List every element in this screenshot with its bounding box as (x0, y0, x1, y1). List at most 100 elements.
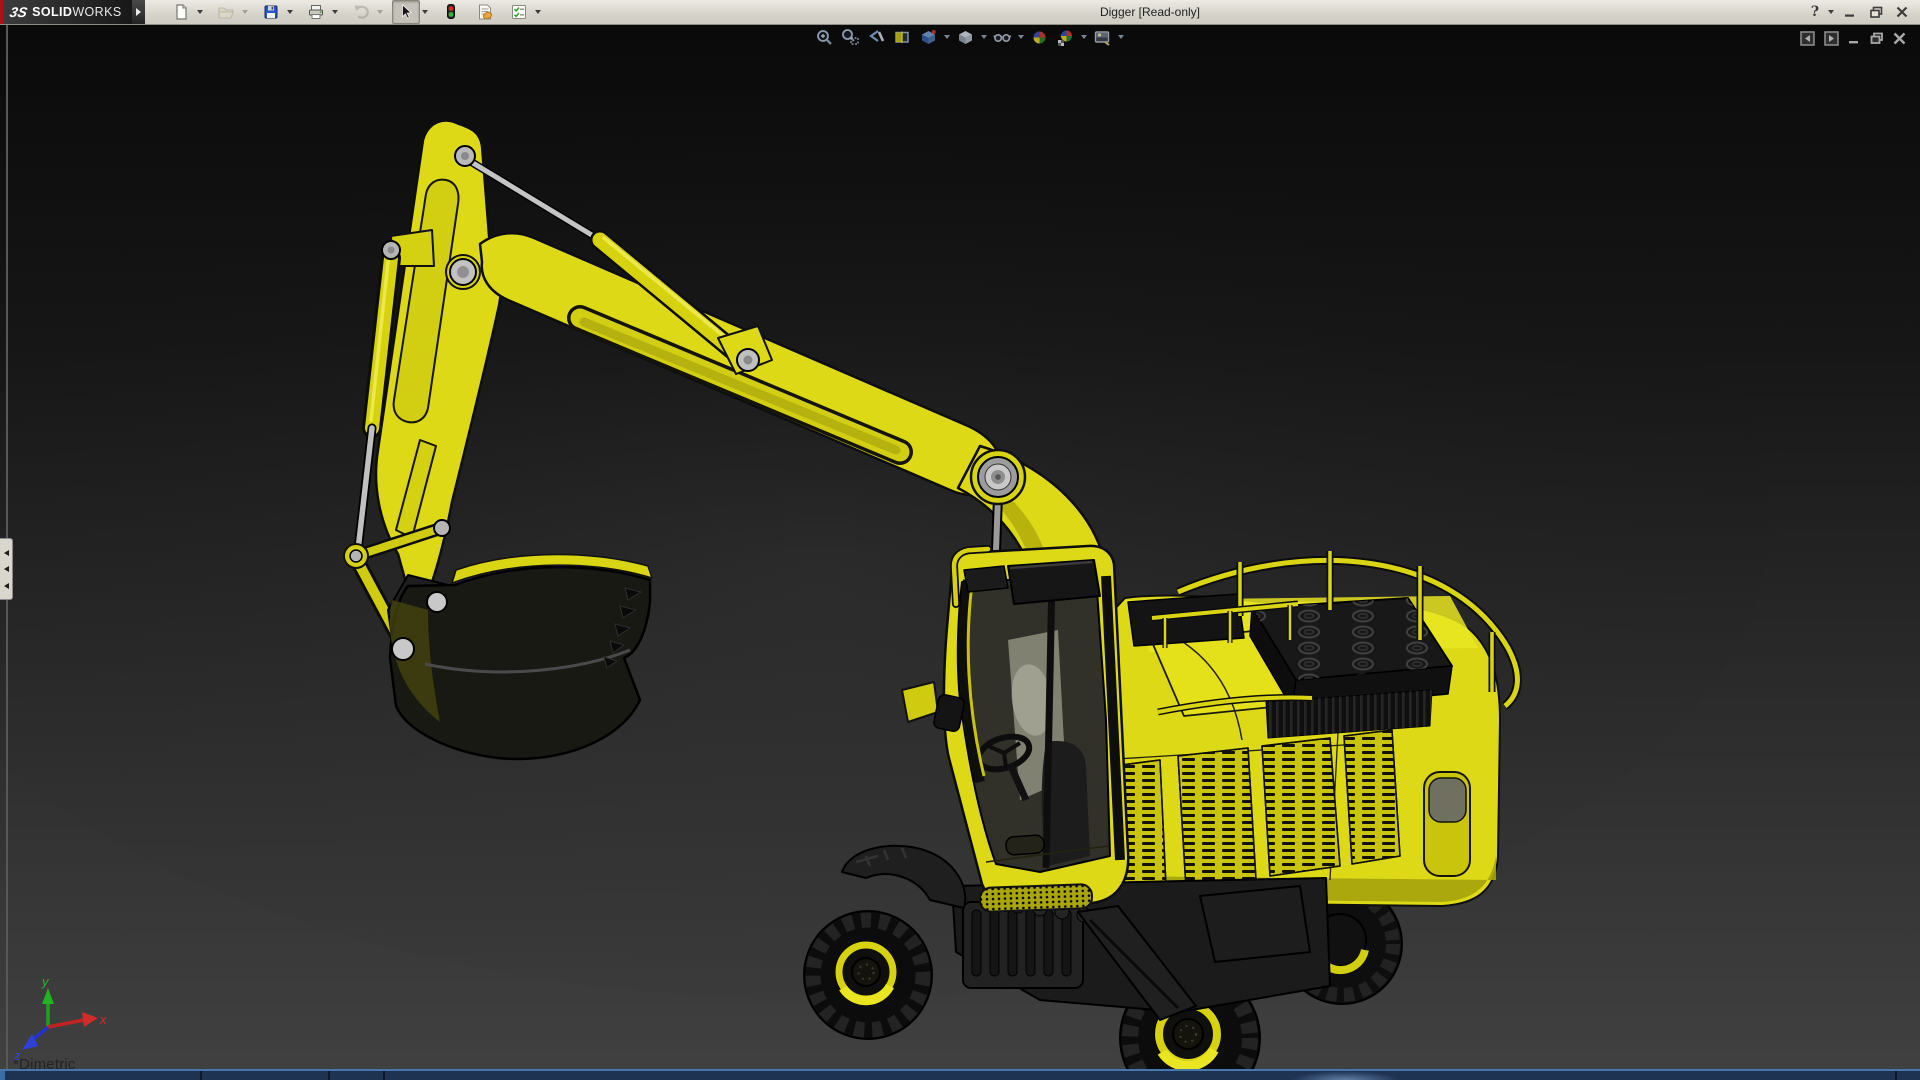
solidworks-window: 3S SOLIDWORKS Digger [Read-only] ? x y z… (0, 0, 1920, 1080)
display-style-button[interactable] (953, 27, 977, 47)
open-dropdown[interactable] (240, 1, 251, 23)
hide-show-glasses-icon (992, 33, 1011, 42)
undo-dropdown[interactable] (375, 1, 386, 23)
xpert-button[interactable] (437, 0, 465, 24)
view-orientation-dropdown[interactable] (942, 27, 951, 47)
flyout-arrow-icon (135, 8, 141, 16)
model-scene: x y z (0, 40, 1770, 1080)
zoom-to-fit-button[interactable] (812, 27, 836, 47)
hide-show-items-button[interactable] (990, 27, 1014, 47)
apply-scene-dropdown[interactable] (1079, 27, 1088, 47)
taskbar-divider (200, 1071, 202, 1080)
appearance-ball-icon (1032, 30, 1046, 44)
collapse-arrow-icon (3, 582, 9, 589)
elbow-joint-pin (969, 448, 1027, 506)
logo-text-works: WORKS (72, 5, 122, 19)
open-button[interactable] (212, 0, 240, 24)
x-axis-arrow (82, 1012, 98, 1027)
print-dropdown[interactable] (330, 1, 341, 23)
doc-restore-button[interactable] (1870, 32, 1884, 45)
minimize-button[interactable] (1840, 3, 1860, 21)
collapse-arrow-icon (3, 566, 9, 572)
apply-scene-button[interactable] (1053, 27, 1077, 47)
print-button[interactable] (302, 0, 330, 24)
display-style-dropdown[interactable] (979, 27, 988, 47)
undo-button[interactable] (347, 0, 375, 24)
section-view-button[interactable] (890, 27, 914, 47)
document-window-controls (1800, 31, 1906, 46)
save-floppy-icon (264, 5, 278, 19)
save-button[interactable] (257, 0, 285, 24)
options-dropdown[interactable] (533, 1, 544, 23)
view-orientation-button[interactable] (916, 27, 940, 47)
x-axis-label: x (99, 1012, 107, 1027)
view-settings-dropdown[interactable] (1116, 27, 1125, 47)
select-dropdown[interactable] (420, 1, 431, 23)
view-orientation-icon (921, 29, 936, 44)
doc-minimize-icon (1849, 41, 1858, 44)
doc-minimize-button[interactable] (1848, 32, 1861, 45)
window-controls: ? (1805, 0, 1912, 24)
front-left-wheel (803, 910, 933, 1040)
orientation-triad: x y z (13, 974, 107, 1063)
menu-flyout-button[interactable] (131, 0, 145, 24)
file-properties-button[interactable] (471, 0, 499, 24)
prev-document-button[interactable] (1800, 31, 1815, 46)
y-axis-arrow (42, 988, 54, 1004)
zoom-to-area-button[interactable] (838, 27, 862, 47)
y-axis-label: y (41, 974, 50, 989)
doc-close-button[interactable] (1893, 32, 1906, 45)
new-document-dropdown[interactable] (195, 1, 206, 23)
apply-scene-icon (1057, 30, 1072, 46)
bucket-pivot-pin (426, 591, 448, 613)
zoom-to-area-icon (841, 28, 859, 45)
section-view-icon (894, 31, 909, 43)
main-toolbar (167, 0, 549, 24)
options-button[interactable] (505, 0, 533, 24)
display-style-icon (958, 30, 972, 44)
edit-appearance-button[interactable] (1027, 27, 1051, 47)
previous-view-button[interactable] (864, 27, 888, 47)
help-dropdown[interactable] (1828, 10, 1834, 14)
taskbar-divider (328, 1071, 330, 1080)
hide-show-items-dropdown[interactable] (1016, 27, 1025, 47)
select-button[interactable] (391, 0, 420, 24)
taskbar-divider (1895, 1071, 1897, 1080)
graphics-area[interactable]: x y z *Dimetric (0, 24, 1920, 1080)
bucket (387, 553, 653, 761)
solidworks-logo-mark-icon: 3S (8, 4, 29, 20)
taskbar-divider (383, 1071, 385, 1080)
title-bar: 3S SOLIDWORKS Digger [Read-only] ? (0, 0, 1920, 25)
collapse-arrow-icon (3, 549, 9, 556)
new-document-icon (175, 4, 187, 20)
traffic-light-icon (446, 4, 455, 19)
undo-arrow-icon (354, 5, 369, 19)
options-checklist-icon (511, 5, 526, 19)
door-handle (1005, 834, 1045, 856)
logo-text-solid: SOLID (32, 5, 73, 19)
pane-left-icon (1800, 31, 1815, 46)
save-dropdown[interactable] (285, 1, 296, 23)
pane-right-icon (1824, 31, 1839, 46)
zoom-to-fit-icon (816, 29, 832, 45)
view-settings-icon (1094, 30, 1110, 46)
close-icon (1896, 6, 1908, 18)
close-button[interactable] (1892, 3, 1912, 21)
file-properties-icon (478, 4, 492, 20)
doc-close-icon (1893, 32, 1906, 45)
help-button[interactable]: ? (1805, 3, 1825, 21)
window-title: Digger [Read-only] (1099, 5, 1201, 19)
taskbar-glow (1290, 1071, 1400, 1080)
select-cursor-icon (401, 3, 412, 19)
print-icon (308, 5, 323, 19)
view-settings-button[interactable] (1090, 27, 1114, 47)
doc-restore-icon (1870, 32, 1883, 44)
previous-view-icon (868, 29, 884, 42)
next-document-button[interactable] (1824, 31, 1839, 46)
minimize-icon (1845, 14, 1854, 17)
feature-pane-handle[interactable] (0, 538, 13, 600)
restore-button[interactable] (1866, 3, 1886, 21)
taskbar-start-edge (0, 1071, 5, 1080)
new-document-button[interactable] (167, 0, 195, 24)
taskbar-sliver[interactable] (0, 1069, 1920, 1080)
